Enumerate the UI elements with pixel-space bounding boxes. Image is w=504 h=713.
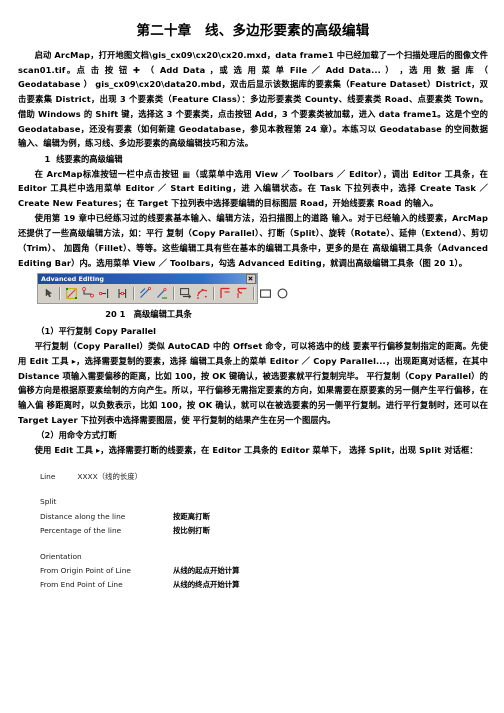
split-icon[interactable]	[80, 286, 97, 302]
split-group-label: Split	[40, 497, 57, 507]
list-item: Percentage of the line 按比例打断	[40, 524, 488, 538]
trim-icon[interactable]	[97, 286, 114, 302]
figure-caption: 20 1 高级编辑工具条	[105, 309, 192, 320]
section-1-heading: 1 线要素的高级编辑	[18, 152, 488, 167]
document-page: 第二十章 线、多边形要素的高级编辑 启动 ArcMap，打开地图文档\gis_c…	[0, 0, 504, 713]
toolbar-separator	[253, 287, 255, 301]
generalize-icon[interactable]	[177, 286, 194, 302]
smooth-icon[interactable]	[194, 286, 211, 302]
line-intersection-icon[interactable]	[137, 286, 154, 302]
subsection-1-paragraph: 平行复制（Copy Parallel）类似 AutoCAD 中的 Offset …	[18, 341, 488, 425]
fillet-left-icon[interactable]	[217, 286, 234, 302]
rectangle-icon[interactable]	[257, 286, 274, 302]
toolbar-buttons	[38, 284, 288, 303]
subsection-1-heading: （1）平行复制 Copy Parallel	[36, 326, 157, 337]
advanced-editing-toolbar[interactable]: Advanced Editing	[37, 273, 288, 305]
subsection-2-paragraph: 使用 Edit 工具 ▸，选择需要打断的线要素，在 Editor 工具条的 Ed…	[34, 445, 478, 455]
close-icon[interactable]	[246, 274, 256, 285]
orientation-group-label: Orientation	[40, 551, 82, 561]
section-1-number: 1	[44, 153, 51, 164]
toolbar-title-label: Advanced Editing	[41, 275, 104, 284]
fillet-right-icon[interactable]	[234, 286, 251, 302]
copy-parallel-icon[interactable]	[63, 286, 80, 302]
explode-icon[interactable]	[154, 286, 171, 302]
split-line-label: Line	[40, 471, 56, 481]
orientation-end-note: 从线的终点开始计算	[173, 580, 240, 590]
intro-paragraph: 启动 ArcMap，打开地图文档\gis_cx09\cx20\cx20.mxd，…	[18, 49, 488, 149]
split-percentage-note: 按比例打断	[173, 526, 210, 536]
split-line-value: XXXX（线的长度）	[77, 471, 143, 481]
toolbar-separator	[213, 287, 215, 301]
section-1-paragraph-1: 在 ArcMap标准按钮一栏中点击按钮 ▦（或菜单中选用 View ／ Tool…	[18, 168, 488, 209]
list-item: From End Point of Line 从线的终点开始计算	[40, 578, 488, 592]
section-1-paragraph-2: 使用第 19 章中已经练习过的线要素基本输入、编辑方法，沿扫描图上的道路 输入。…	[18, 213, 488, 268]
list-item: Orientation	[40, 550, 488, 564]
split-percentage-label: Percentage of the line	[40, 526, 122, 536]
listing-spacer	[40, 539, 488, 550]
list-item: Line XXXX（线的长度）	[40, 470, 488, 484]
split-distance-note: 按距离打断	[173, 511, 210, 521]
list-item: Split	[40, 495, 488, 509]
toolbar-separator	[59, 287, 61, 301]
toolbar-separator	[173, 287, 175, 301]
toolbar-separator	[133, 287, 135, 301]
list-item: Distance along the line 按距离打断	[40, 510, 488, 524]
extend-icon[interactable]	[114, 286, 131, 302]
split-dialog-listing: Line XXXX（线的长度） Split Distance along the…	[40, 470, 488, 593]
circle-icon[interactable]	[274, 286, 291, 302]
orientation-origin-note: 从线的起点开始计算	[173, 565, 240, 575]
listing-spacer	[40, 484, 488, 495]
toolbar-titlebar[interactable]: Advanced Editing	[38, 274, 257, 285]
split-distance-label: Distance along the line	[40, 511, 126, 521]
subsection-2-heading: （2）用命令方式打断	[36, 430, 117, 441]
orientation-origin-label: From Origin Point of Line	[40, 565, 131, 575]
select-arrow-icon[interactable]	[40, 286, 57, 302]
page-title: 第二十章 线、多边形要素的高级编辑	[136, 23, 370, 39]
section-1-title: 线要素的高级编辑	[56, 153, 123, 164]
page-content: 第二十章 线、多边形要素的高级编辑 启动 ArcMap，打开地图文档\gis_c…	[0, 0, 504, 593]
orientation-end-label: From End Point of Line	[40, 580, 123, 590]
list-item: From Origin Point of Line 从线的起点开始计算	[40, 564, 488, 578]
advanced-editing-figure: Advanced Editing 20 1 高级编辑工具条	[37, 273, 288, 320]
